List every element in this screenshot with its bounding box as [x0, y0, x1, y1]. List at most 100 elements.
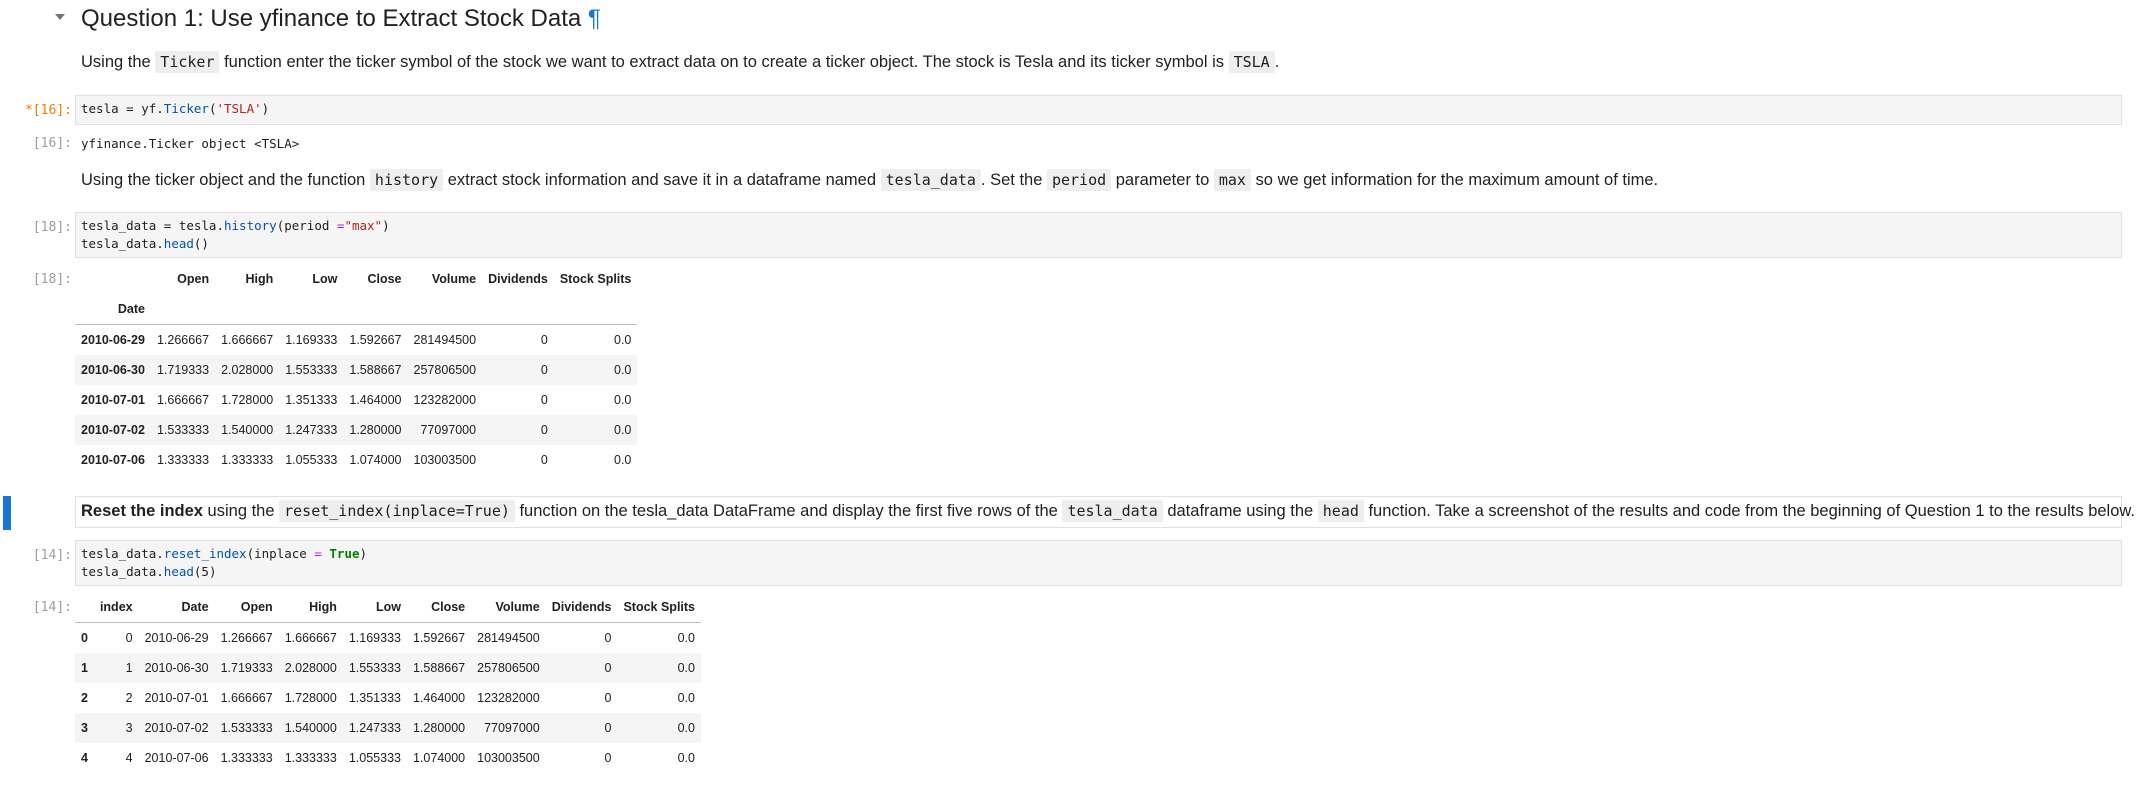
- table-cell: 2010-07-06: [144, 751, 209, 765]
- table-cell: 0.0: [677, 631, 695, 645]
- table-cell: 2: [125, 691, 133, 705]
- table-cell: 123282000: [413, 393, 477, 407]
- cell-14-input-prompt: [14]:: [32, 548, 72, 563]
- cell-16-output-prompt: [16]:: [32, 136, 72, 151]
- table-cell: 2010-07-02: [144, 721, 209, 735]
- column-header: Volume: [431, 272, 477, 286]
- table-row: 3 3 2010-07-02 1.533333 1.540000 1.247333 1.28…: [75, 713, 701, 743]
- inline-code-ticker: Ticker: [155, 51, 220, 73]
- row-index: 1: [81, 661, 88, 675]
- table-cell: 0: [540, 393, 548, 407]
- column-header: High: [278, 592, 343, 623]
- markdown-intro: Using the Ticker function enter the tick…: [81, 51, 1279, 73]
- column-header: Dividends: [545, 592, 618, 623]
- table-cell: 0: [540, 333, 548, 347]
- inline-code-tsla: TSLA: [1228, 51, 1275, 73]
- table-cell: 2010-07-01: [144, 691, 209, 705]
- inline-code-history: history: [369, 169, 444, 191]
- inline-code-tesla-data: tesla_data: [1062, 500, 1163, 522]
- md-bold: Reset the index: [81, 502, 203, 520]
- dataframe-reset-index: index Date Open High Low Close Volume Di…: [75, 592, 701, 773]
- table-row: 2010-07-01 1.666667 1.728000 1.351333 1.4640…: [75, 385, 637, 415]
- column-header: Open: [177, 272, 210, 286]
- table-cell: 1.247333: [285, 423, 338, 437]
- row-index: 0: [81, 631, 88, 645]
- table-cell: 257806500: [413, 363, 477, 377]
- row-index: 2010-07-01: [81, 393, 145, 407]
- table-row: 2010-07-02 1.533333 1.540000 1.247333 1.2800…: [75, 415, 638, 445]
- table-row: 2010-06-29 1.266667 1.666667 1.169333 1.5926…: [75, 325, 637, 356]
- table-cell: 1.533333: [220, 721, 273, 735]
- pilcrow-icon[interactable]: ¶: [588, 5, 601, 32]
- table-cell: 1.169333: [348, 631, 401, 645]
- row-index: 2: [81, 691, 88, 705]
- column-header: High: [245, 272, 274, 286]
- table-cell: 1.280000: [412, 721, 466, 735]
- table-cell: 0.0: [614, 423, 632, 437]
- cell-16-output: yfinance.Ticker object <TSLA>: [81, 136, 300, 151]
- row-index: 3: [81, 721, 88, 735]
- table-cell: 77097000: [420, 423, 477, 437]
- table-cell: 1.464000: [412, 691, 466, 705]
- table-cell: 1.074000: [349, 453, 402, 467]
- table-cell: 0: [604, 691, 612, 705]
- table-cell: 0.0: [614, 333, 632, 347]
- table-cell: 1.728000: [284, 691, 337, 705]
- table-cell: 1.333333: [284, 751, 337, 765]
- table-cell: 0: [540, 453, 548, 467]
- table-cell: 1.588667: [349, 363, 402, 377]
- table-cell: 1.592667: [412, 631, 466, 645]
- table-cell: 1.055333: [348, 751, 401, 765]
- table-cell: 0.0: [614, 363, 632, 377]
- table-cell: 103003500: [477, 751, 540, 765]
- table-cell: 1.553333: [285, 363, 338, 377]
- row-index: 4: [81, 751, 88, 765]
- table-cell: 1.333333: [220, 751, 273, 765]
- table-cell: 1.351333: [348, 691, 401, 705]
- table-cell: 0: [125, 631, 133, 645]
- table-cell: 0: [604, 751, 612, 765]
- table-cell: 1.247333: [348, 721, 401, 735]
- table-cell: 1.588667: [412, 661, 466, 675]
- table-cell: 1.351333: [285, 393, 338, 407]
- cell-14-code-editor[interactable]: tesla_data.reset_index(inplace = True) t…: [75, 540, 2122, 586]
- table-row: 2010-06-30 1.719333 2.028000 1.553333 1.5886…: [75, 355, 638, 385]
- cell-18-output-prompt: [18]:: [32, 272, 72, 287]
- table-cell: 281494500: [413, 333, 477, 347]
- section-heading-title: Question 1: Use yfinance to Extract Stoc…: [81, 5, 582, 32]
- table-cell: 257806500: [477, 661, 540, 675]
- empty-header: [75, 592, 94, 623]
- cell-16-code-editor[interactable]: tesla = yf.Ticker('TSLA'): [75, 95, 2122, 125]
- collapse-heading-caret-icon[interactable]: [55, 14, 65, 20]
- table-cell: 281494500: [477, 631, 540, 645]
- column-header: index: [93, 592, 139, 623]
- table-cell: 0: [540, 423, 548, 437]
- column-header: Dividends: [488, 272, 548, 286]
- table-cell: 77097000: [484, 721, 540, 735]
- column-header: Stock Splits: [559, 272, 632, 286]
- section-heading: Question 1: Use yfinance to Extract Stoc…: [81, 5, 601, 33]
- table-cell: 1.055333: [285, 453, 338, 467]
- table-cell: 1.169333: [285, 333, 338, 347]
- table-cell: 1.553333: [348, 661, 401, 675]
- table-cell: 1.074000: [412, 751, 466, 765]
- table-cell: 0.0: [614, 393, 632, 407]
- table-cell: 1.666667: [284, 631, 337, 645]
- table-cell: 0: [540, 363, 548, 377]
- active-cell-indicator: [3, 496, 11, 530]
- column-header: Low: [312, 272, 338, 286]
- md-text: Using the: [81, 53, 156, 71]
- table-cell: 1.464000: [349, 393, 402, 407]
- table-cell: 2.028000: [284, 661, 337, 675]
- table-cell: 2010-06-29: [144, 631, 209, 645]
- cell-14-output-prompt: [14]:: [32, 600, 72, 615]
- row-index: 2010-06-29: [81, 333, 145, 347]
- column-header: Date: [138, 592, 215, 623]
- cell-18-code-editor[interactable]: tesla_data = tesla.history(period ="max"…: [75, 212, 2122, 258]
- table-cell: 1.728000: [221, 393, 274, 407]
- column-header: Volume: [471, 592, 546, 623]
- table-row: 2 2 2010-07-01 1.666667 1.728000 1.351333 1.46…: [75, 683, 701, 713]
- column-header: Stock Splits: [617, 592, 701, 623]
- table-cell: 1.666667: [156, 393, 210, 407]
- table-cell: 1.666667: [221, 333, 274, 347]
